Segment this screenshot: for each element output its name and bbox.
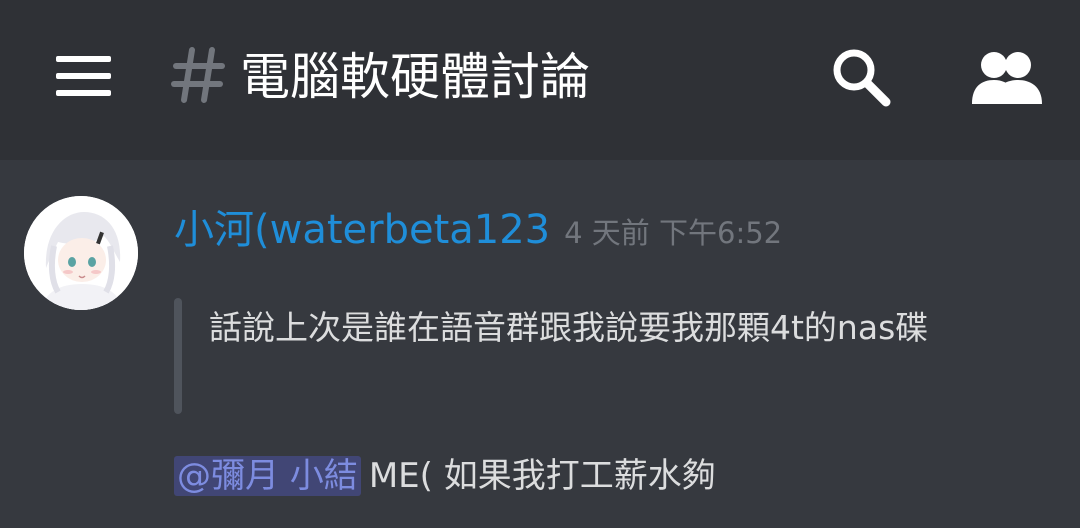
channel-title: 電腦軟硬體討論 [240,48,590,106]
members-icon[interactable] [968,46,1048,108]
user-mention[interactable]: @彌月 小結 [174,456,361,496]
channel-header: 電腦軟硬體討論 [0,0,1080,160]
avatar-image [24,196,138,310]
message-text: ME( 如果我打工薪水夠 [368,456,716,496]
hamburger-menu-button[interactable] [48,48,120,104]
quote-text: 話說上次是誰在語音群跟我說要我那顆4t的nas碟 [209,308,929,347]
search-icon[interactable] [828,46,894,108]
message-timestamp: 4 天前 下午6:52 [564,216,783,250]
channel-hash-icon [171,47,225,103]
message-content: @彌月 小結 ME( 如果我打工薪水夠 [174,448,716,504]
menu-bar [56,56,111,62]
message-username[interactable]: 小河(waterbeta123 [174,207,550,253]
avatar[interactable] [24,196,138,310]
message-header: 小河(waterbeta123 4 天前 下午6:52 [174,200,782,260]
quote-bar [174,298,182,414]
menu-bar [56,73,111,79]
menu-bar [56,90,111,96]
